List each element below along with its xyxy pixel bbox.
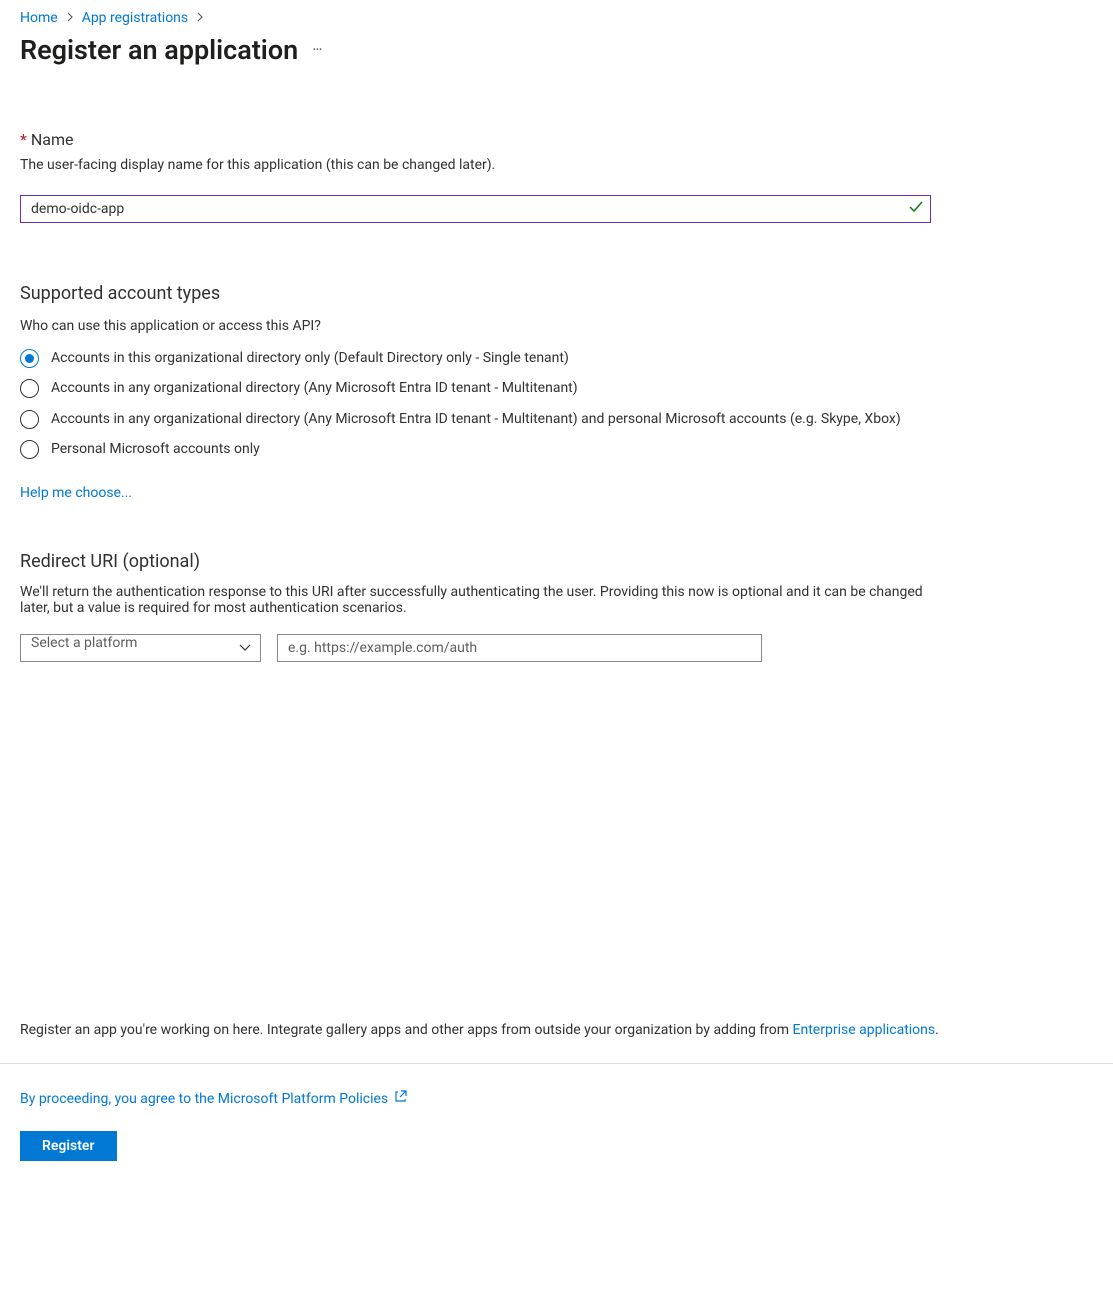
breadcrumb-home[interactable]: Home [20, 10, 58, 26]
radio-label: Personal Microsoft accounts only [51, 439, 260, 459]
footer: By proceeding, you agree to the Microsof… [20, 1090, 407, 1161]
name-label: *Name [20, 130, 1093, 149]
enterprise-applications-link[interactable]: Enterprise applications [793, 1022, 936, 1038]
platform-policies-link[interactable]: By proceeding, you agree to the Microsof… [20, 1090, 407, 1107]
radio-personal-only[interactable]: Personal Microsoft accounts only [20, 439, 1093, 459]
name-input[interactable] [20, 195, 931, 223]
radio-icon [20, 410, 39, 429]
radio-label: Accounts in this organizational director… [51, 348, 569, 368]
redirect-uri-description: We'll return the authentication response… [20, 584, 940, 616]
platform-select[interactable]: Select a platform [20, 634, 261, 662]
account-types-radio-group: Accounts in this organizational director… [20, 348, 1093, 459]
checkmark-icon [909, 201, 923, 217]
radio-multitenant[interactable]: Accounts in any organizational directory… [20, 378, 1093, 398]
radio-icon [20, 379, 39, 398]
radio-label: Accounts in any organizational directory… [51, 378, 578, 398]
redirect-uri-section: Redirect URI (optional) We'll return the… [20, 551, 1093, 662]
redirect-uri-title: Redirect URI (optional) [20, 551, 1093, 572]
breadcrumb-app-registrations[interactable]: App registrations [82, 10, 188, 26]
enterprise-apps-note: Register an app you're working on here. … [20, 1022, 939, 1038]
register-button[interactable]: Register [20, 1131, 117, 1161]
page-title: Register an application [20, 34, 298, 66]
account-types-title: Supported account types [20, 283, 1093, 304]
radio-label: Accounts in any organizational directory… [51, 409, 901, 429]
name-section: *Name The user-facing display name for t… [20, 130, 1093, 223]
name-description: The user-facing display name for this ap… [20, 157, 1093, 173]
help-me-choose-link[interactable]: Help me choose... [20, 485, 132, 501]
radio-multitenant-personal[interactable]: Accounts in any organizational directory… [20, 409, 1093, 429]
external-link-icon [394, 1090, 407, 1107]
more-icon[interactable]: ··· [312, 42, 322, 58]
account-types-section: Supported account types Who can use this… [20, 283, 1093, 501]
radio-single-tenant[interactable]: Accounts in this organizational director… [20, 348, 1093, 368]
breadcrumb: Home App registrations [20, 10, 1093, 26]
divider [0, 1063, 1113, 1064]
account-types-question: Who can use this application or access t… [20, 318, 1093, 334]
radio-icon [20, 440, 39, 459]
chevron-right-icon [196, 11, 204, 25]
redirect-uri-input[interactable] [277, 634, 762, 662]
required-asterisk: * [20, 130, 27, 149]
radio-icon [20, 349, 39, 368]
chevron-right-icon [66, 11, 74, 25]
